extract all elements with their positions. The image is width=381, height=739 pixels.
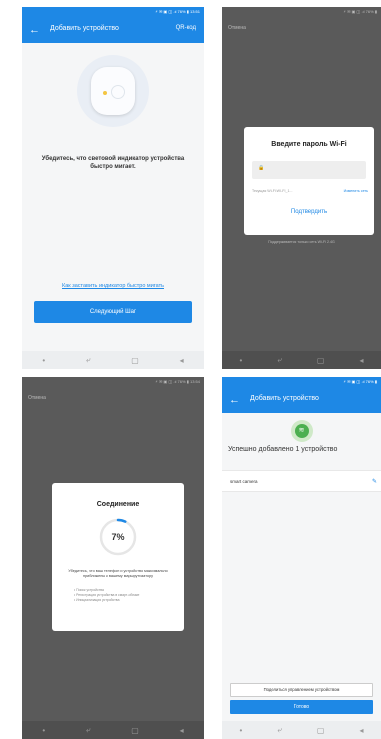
- done-button[interactable]: Готово: [230, 700, 373, 714]
- screenshot-collage: ⚡ ✉ ▣ ◫ .ıl 76% ▮ 13:51 ← Добавить устро…: [0, 0, 381, 739]
- nav-recents-icon[interactable]: ⤶: [86, 355, 90, 365]
- device-list-item[interactable]: smart camera ✎: [222, 470, 381, 492]
- page-title: Добавить устройство: [50, 25, 119, 32]
- connection-note: Убедитесь, что ваш телефон и устройство …: [68, 569, 168, 578]
- app-bar: ← Добавить устройство QR-код: [22, 17, 204, 43]
- current-network-label: Текущая Wi-Fi:WI-FI_1...: [252, 189, 293, 193]
- nav-home-icon[interactable]: ▢: [131, 726, 139, 735]
- confirm-button[interactable]: Подтвердить: [244, 209, 374, 215]
- instruction-text: Убедитесь, что световой индикатор устрой…: [41, 156, 185, 170]
- wifi-password-input[interactable]: 🔒: [252, 161, 366, 179]
- nav-recents-icon[interactable]: ⤶: [86, 725, 90, 735]
- nav-menu-icon[interactable]: •: [42, 726, 45, 735]
- wifi-icon: ≋: [294, 424, 309, 438]
- status-bar: ⚡ ✉ ▣ ◫ .ıl 76% ▮ 13:51: [155, 9, 200, 14]
- screen-add-device-step1: ⚡ ✉ ▣ ◫ .ıl 76% ▮ 13:51 ← Добавить устро…: [22, 7, 204, 369]
- share-control-button[interactable]: Поделиться управлением устройством: [230, 683, 373, 697]
- nav-back-icon[interactable]: ◂: [359, 726, 363, 735]
- app-bar: ← Добавить устройство: [222, 387, 381, 413]
- connection-step: Инициализация устройства: [74, 598, 139, 603]
- change-network-link[interactable]: Изменить сеть: [344, 189, 368, 193]
- nav-back-icon[interactable]: ◂: [359, 356, 363, 365]
- screen-connecting: ⚡ ✉ ▣ ◫ .ıl 76% ▮ 13:54 Отмена Соединени…: [22, 377, 204, 739]
- help-link[interactable]: Как заставить индикатор быстро мигать: [34, 283, 192, 289]
- nav-menu-icon[interactable]: •: [240, 726, 243, 735]
- connection-steps: Поиск устройства Регистрация устройства …: [74, 588, 139, 603]
- device-name: smart camera: [230, 479, 258, 484]
- device-button-icon: [111, 85, 125, 99]
- support-note: Поддерживается только сеть Wi-Fi 2.4G: [268, 240, 335, 244]
- status-bar: ⚡ ✉ ▣ ◫ .ıl 76% ▮: [343, 379, 377, 384]
- next-step-button[interactable]: Следующий Шаг: [34, 301, 192, 323]
- wifi-password-dialog: Введите пароль Wi-Fi 🔒 Текущая Wi-Fi:WI-…: [244, 127, 374, 235]
- status-bar: ⚡ ✉ ▣ ◫ .ıl 76% ▮ 13:54: [155, 379, 200, 384]
- cancel-button[interactable]: Отмена: [28, 395, 46, 401]
- nav-menu-icon[interactable]: •: [240, 356, 243, 365]
- nav-home-icon[interactable]: ▢: [317, 356, 325, 365]
- connection-dialog: Соединение 7% Убедитесь, что ваш телефон…: [52, 483, 184, 631]
- device-icon: [91, 67, 135, 115]
- nav-recents-icon[interactable]: ⤶: [277, 355, 281, 365]
- system-nav-bar: • ⤶ ▢ ◂: [222, 721, 381, 739]
- indicator-led-icon: [103, 91, 107, 95]
- cancel-button[interactable]: Отмена: [228, 25, 246, 31]
- success-message: Успешно добавлено 1 устройство: [228, 446, 338, 453]
- nav-home-icon[interactable]: ▢: [131, 356, 139, 365]
- nav-menu-icon[interactable]: •: [42, 356, 45, 365]
- success-badge: ≋: [290, 420, 313, 442]
- progress-percent: 7%: [111, 532, 125, 542]
- system-nav-bar: • ⤶ ▢ ◂: [22, 721, 204, 739]
- status-bar: ⚡ ✉ ▣ ◫ .ıl 76% ▮: [343, 9, 377, 14]
- back-arrow-icon[interactable]: ←: [29, 23, 40, 37]
- nav-back-icon[interactable]: ◂: [180, 356, 184, 365]
- lock-icon: 🔒: [258, 165, 265, 171]
- system-nav-bar: • ⤶ ▢ ◂: [22, 351, 204, 369]
- nav-back-icon[interactable]: ◂: [180, 726, 184, 735]
- screen-wifi-password: ⚡ ✉ ▣ ◫ .ıl 76% ▮ Отмена Введите пароль …: [222, 7, 381, 369]
- dialog-title: Соединение: [96, 501, 140, 508]
- system-nav-bar: • ⤶ ▢ ◂: [222, 351, 381, 369]
- screen-device-added: ⚡ ✉ ▣ ◫ .ıl 76% ▮ ← Добавить устройство …: [222, 377, 381, 739]
- back-arrow-icon[interactable]: ←: [229, 393, 240, 407]
- device-illustration: [77, 55, 149, 127]
- edit-icon[interactable]: ✎: [372, 478, 377, 485]
- qr-code-button[interactable]: QR-код: [176, 25, 196, 31]
- nav-home-icon[interactable]: ▢: [317, 726, 325, 735]
- dialog-title: Введите пароль Wi-Fi: [271, 141, 347, 148]
- nav-recents-icon[interactable]: ⤶: [277, 725, 281, 735]
- page-title: Добавить устройство: [250, 395, 319, 402]
